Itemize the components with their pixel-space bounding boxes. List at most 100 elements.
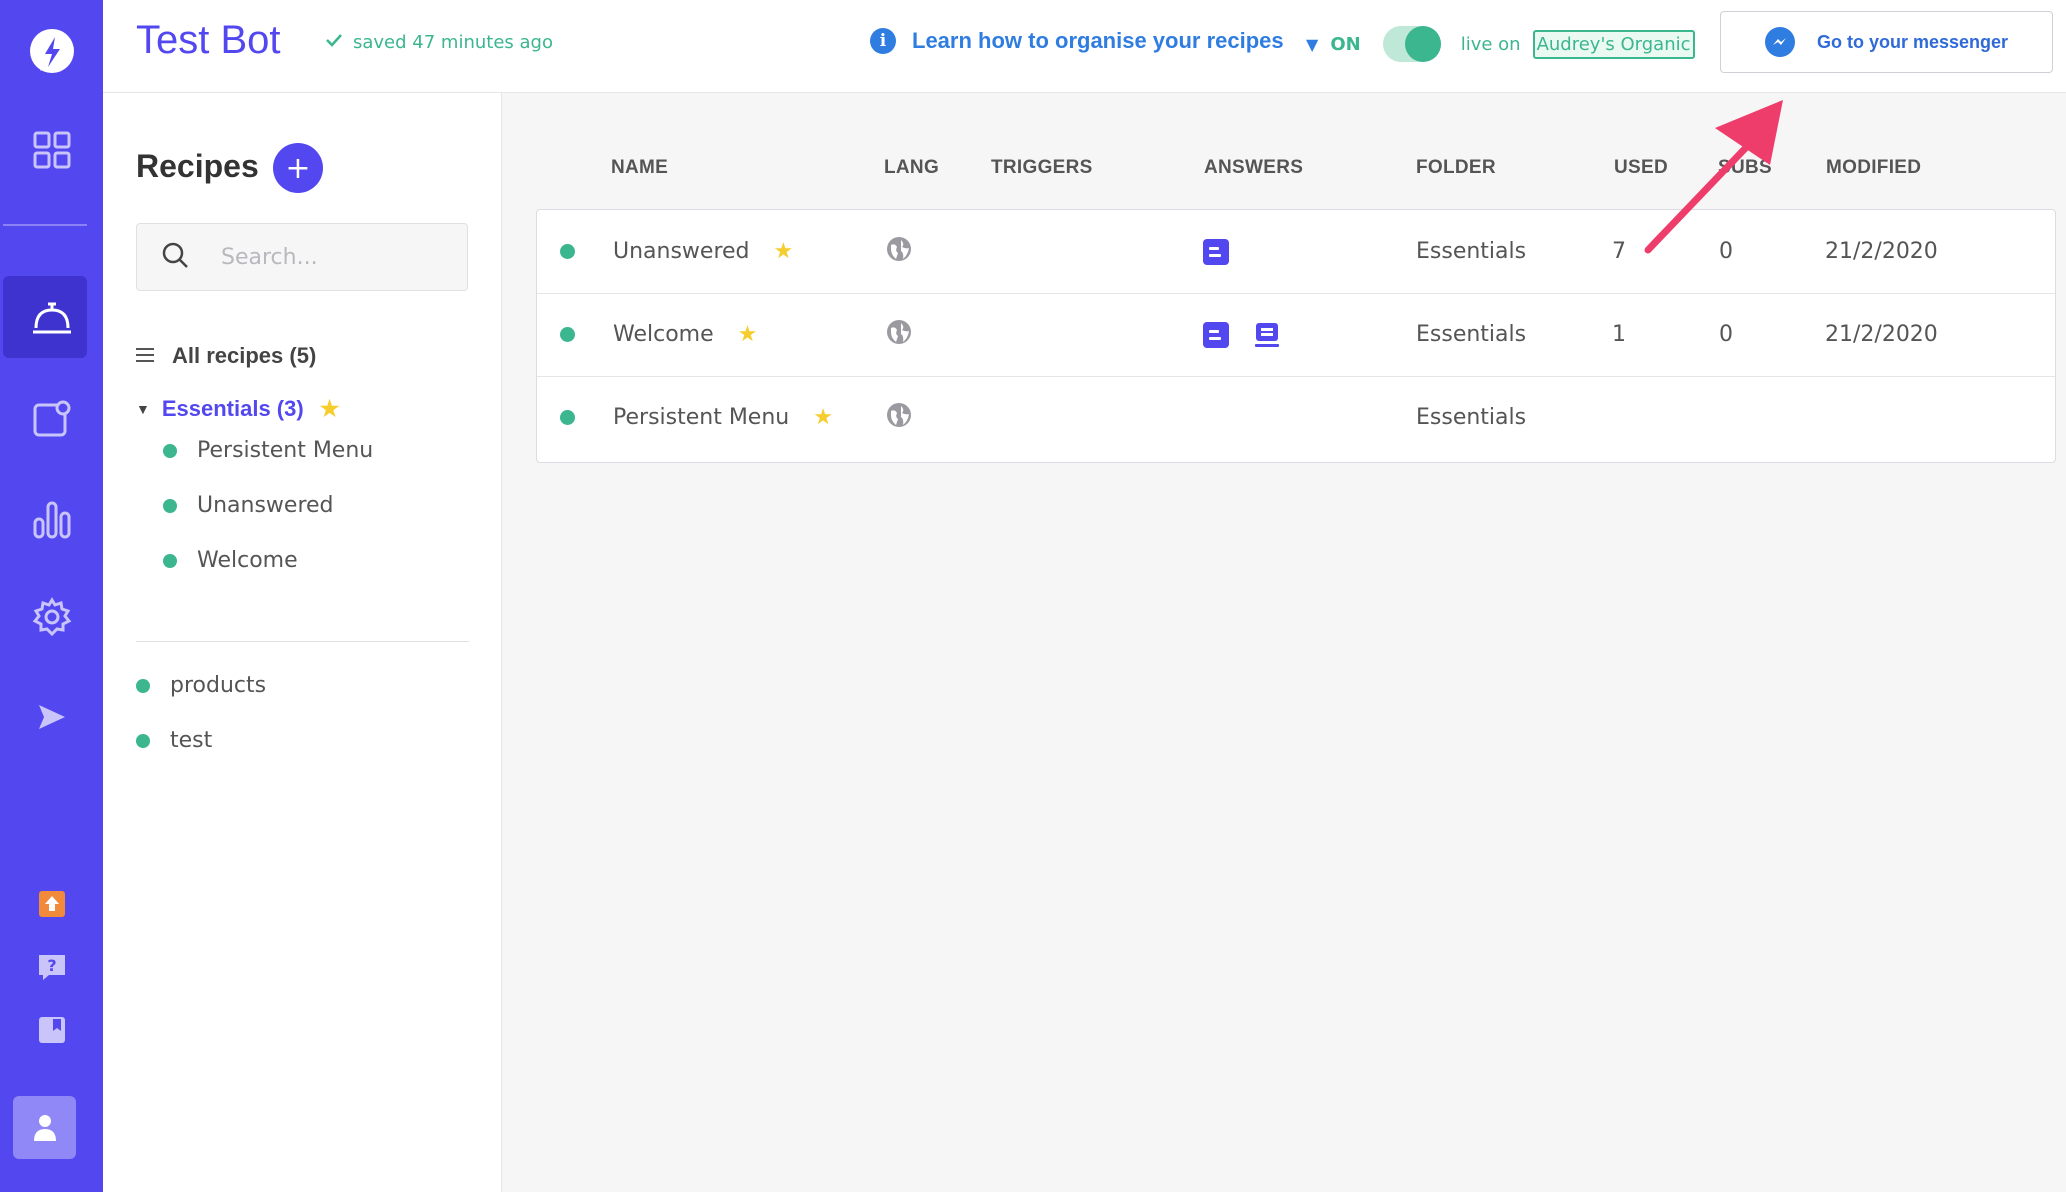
publish-icon[interactable] bbox=[0, 692, 103, 742]
folder-cell: Essentials bbox=[1416, 405, 1527, 430]
status-dot bbox=[136, 733, 150, 748]
dashboard-icon[interactable] bbox=[0, 130, 103, 170]
chevron-down-icon[interactable]: ▼ bbox=[1306, 35, 1318, 54]
sidebar-recipe-test[interactable]: test bbox=[136, 728, 212, 753]
recipe-label: test bbox=[170, 728, 213, 753]
used-cell: 1 bbox=[1612, 322, 1626, 347]
live-toggle[interactable] bbox=[1382, 26, 1441, 62]
recipe-name[interactable]: Unanswered bbox=[613, 239, 750, 264]
name-cell: Welcome ★ bbox=[613, 293, 757, 376]
lang-cell bbox=[885, 210, 913, 293]
table-row[interactable]: Welcome ★ Essentials 1 0 21/2/2020 bbox=[537, 293, 2055, 377]
column-header-lang[interactable]: LANG bbox=[884, 157, 939, 179]
quick-reply-icon bbox=[1253, 321, 1281, 349]
logo-icon[interactable] bbox=[0, 18, 103, 88]
go-to-messenger-button[interactable]: Go to your messenger bbox=[1720, 11, 2053, 73]
text-card-icon bbox=[1203, 238, 1229, 265]
status-dot-cell bbox=[560, 376, 575, 459]
recipe-name[interactable]: Welcome bbox=[613, 322, 714, 347]
status-dot-cell bbox=[560, 210, 575, 293]
upgrade-icon[interactable] bbox=[0, 887, 103, 921]
sidebar-recipe-products[interactable]: products bbox=[136, 673, 266, 698]
search-icon bbox=[161, 241, 189, 273]
star-icon[interactable]: ★ bbox=[738, 322, 758, 347]
lang-cell bbox=[885, 293, 913, 376]
page-name-badge[interactable]: Audrey's Organic bbox=[1532, 29, 1695, 59]
check-icon bbox=[325, 32, 343, 53]
column-header-answers[interactable]: ANSWERS bbox=[1204, 157, 1303, 179]
status-dot bbox=[136, 678, 150, 693]
user-icon[interactable] bbox=[13, 1096, 76, 1159]
help-icon[interactable]: ? bbox=[0, 950, 103, 984]
save-status: saved 47 minutes ago bbox=[325, 32, 553, 53]
broadcast-icon[interactable] bbox=[0, 393, 103, 445]
star-icon[interactable]: ★ bbox=[813, 405, 833, 430]
name-cell: Persistent Menu ★ bbox=[613, 376, 833, 459]
status-dot bbox=[560, 244, 575, 259]
docs-icon[interactable] bbox=[0, 1013, 103, 1047]
all-recipes-label: All recipes (5) bbox=[172, 343, 317, 368]
top-bar: Test Bot saved 47 minutes ago i Learn ho… bbox=[103, 0, 2066, 93]
globe-icon bbox=[885, 318, 913, 352]
sidebar-recipe-welcome[interactable]: Welcome bbox=[163, 548, 298, 573]
settings-icon[interactable] bbox=[0, 590, 103, 644]
text-card-icon bbox=[1203, 321, 1229, 348]
nav-rail: ? bbox=[0, 0, 103, 1192]
star-icon[interactable]: ★ bbox=[774, 239, 794, 264]
name-cell: Unanswered ★ bbox=[613, 210, 793, 293]
status-dot bbox=[163, 553, 177, 568]
messenger-icon bbox=[1765, 27, 1795, 57]
recipes-icon[interactable] bbox=[0, 290, 103, 345]
list-icon bbox=[136, 343, 154, 369]
add-recipe-button[interactable]: + bbox=[273, 143, 323, 193]
sidebar-divider bbox=[136, 641, 469, 642]
folder-essentials[interactable]: ▼ Essentials (3) ★ bbox=[136, 396, 339, 422]
column-header-triggers[interactable]: TRIGGERS bbox=[991, 157, 1093, 179]
star-icon: ★ bbox=[319, 396, 340, 421]
recipes-panel: Recipes + All recipes (5) ▼ Essentials (… bbox=[103, 93, 502, 1192]
toggle-knob bbox=[1404, 26, 1441, 62]
status-dot-cell bbox=[560, 293, 575, 376]
recipe-label: products bbox=[170, 673, 267, 698]
caret-down-icon[interactable]: ▼ bbox=[136, 401, 150, 417]
bot-title[interactable]: Test Bot bbox=[136, 18, 281, 63]
recipe-label: Persistent Menu bbox=[197, 438, 374, 463]
annotation-arrow bbox=[1644, 100, 1783, 254]
answers-cell bbox=[1203, 210, 1229, 293]
status-dot bbox=[163, 498, 177, 513]
folder-label: Essentials (3) bbox=[161, 396, 304, 421]
sidebar-recipe-unanswered[interactable]: Unanswered bbox=[163, 493, 334, 518]
folder-cell: Essentials bbox=[1416, 322, 1527, 347]
live-on-label: live on bbox=[1460, 33, 1521, 55]
column-header-modified[interactable]: MODIFIED bbox=[1826, 157, 1921, 179]
svg-text:?: ? bbox=[47, 956, 56, 975]
recipes-table: Unanswered ★ Essentials 7 0 21/2/2020 We… bbox=[536, 209, 2056, 463]
status-on-label: ON bbox=[1330, 33, 1361, 55]
recipe-label: Unanswered bbox=[197, 493, 334, 518]
status-dot bbox=[163, 443, 177, 458]
learn-link[interactable]: i Learn how to organise your recipes bbox=[870, 28, 1284, 54]
all-recipes-link[interactable]: All recipes (5) bbox=[136, 343, 316, 369]
status-dot bbox=[560, 410, 575, 425]
search-box bbox=[136, 223, 468, 291]
recipe-name[interactable]: Persistent Menu bbox=[613, 405, 789, 430]
globe-icon bbox=[885, 235, 913, 269]
folder-cell: Essentials bbox=[1416, 239, 1527, 264]
column-header-name[interactable]: NAME bbox=[611, 157, 668, 179]
recipes-title: Recipes bbox=[136, 148, 259, 184]
analytics-icon[interactable] bbox=[0, 492, 103, 546]
table-row[interactable]: Persistent Menu ★ Essentials bbox=[537, 376, 2055, 459]
search-input[interactable] bbox=[219, 243, 423, 271]
used-cell: 7 bbox=[1612, 239, 1626, 264]
save-status-text: saved 47 minutes ago bbox=[353, 32, 553, 53]
subs-cell: 0 bbox=[1719, 322, 1733, 347]
table-row[interactable]: Unanswered ★ Essentials 7 0 21/2/2020 bbox=[537, 210, 2055, 294]
info-icon: i bbox=[870, 28, 896, 54]
nav-divider bbox=[3, 224, 87, 226]
sidebar-recipe-persistent-menu[interactable]: Persistent Menu bbox=[163, 438, 373, 463]
globe-icon bbox=[885, 401, 913, 435]
column-header-folder[interactable]: FOLDER bbox=[1416, 157, 1496, 179]
lang-cell bbox=[885, 376, 913, 459]
status-dot bbox=[560, 327, 575, 342]
learn-link-text[interactable]: Learn how to organise your recipes bbox=[912, 28, 1284, 54]
